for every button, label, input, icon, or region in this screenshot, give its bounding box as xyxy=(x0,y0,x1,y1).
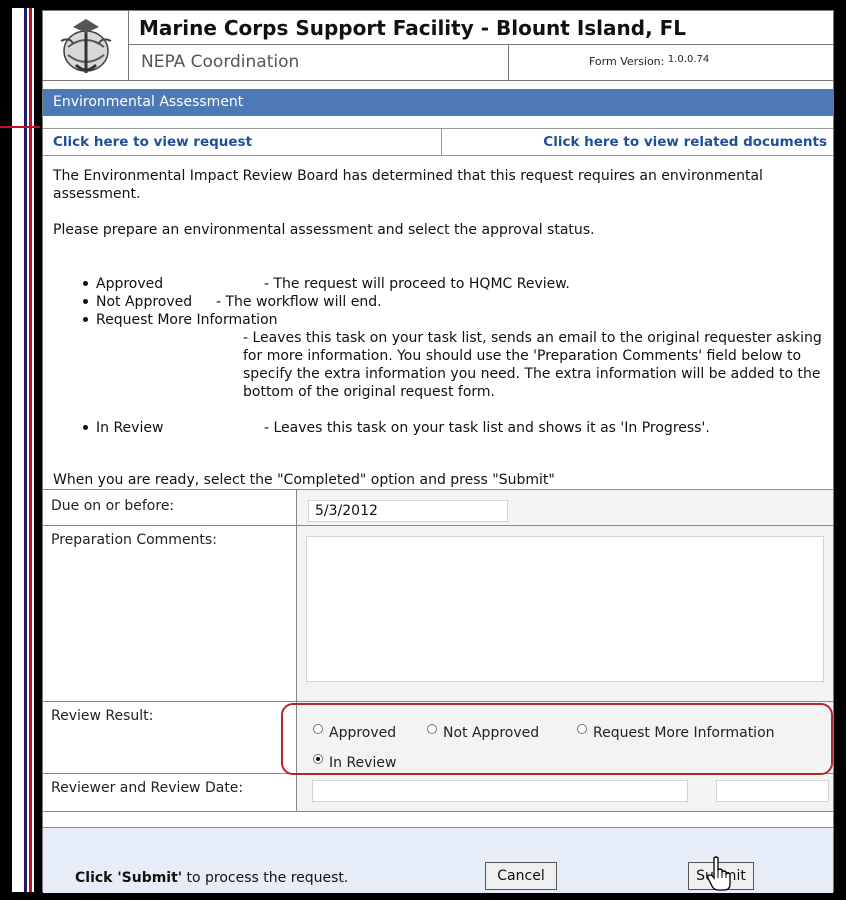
links-divider xyxy=(441,129,442,155)
bullet-approved-desc: - The request will proceed to HQMC Revie… xyxy=(264,276,570,292)
form-version-value: 1.0.0.74 xyxy=(667,54,710,65)
preparation-comments-textarea[interactable] xyxy=(306,536,824,682)
due-row: Due on or before: 5/3/2012 xyxy=(43,490,833,526)
radio-approved[interactable]: Approved xyxy=(313,724,396,741)
form-version: Form Version: 1.0.0.74 xyxy=(509,45,833,81)
instructions: The Environmental Impact Review Board ha… xyxy=(53,167,823,239)
radio-button[interactable] xyxy=(427,724,437,734)
page-subtitle: NEPA Coordination xyxy=(129,45,509,81)
completion-instruction: When you are ready, select the "Complete… xyxy=(53,471,823,489)
review-result-radio-group: Approved Not Approved Request More Infor… xyxy=(281,703,833,775)
status-bullet-list: Approved - The request will proceed to H… xyxy=(53,275,833,465)
side-stripe-white-3 xyxy=(32,8,34,892)
reviewer-field[interactable] xyxy=(312,780,688,802)
form-version-label: Form Version: xyxy=(589,55,665,68)
bullet-request-more-info: Request More Information xyxy=(53,311,278,329)
completion-text: When you are ready, select the "Complete… xyxy=(53,472,555,488)
bullet-approved: Approved xyxy=(53,275,163,293)
comments-label: Preparation Comments: xyxy=(51,532,217,548)
side-stripe-white xyxy=(12,8,24,892)
radio-button[interactable] xyxy=(577,724,587,734)
page-title: Marine Corps Support Facility - Blount I… xyxy=(129,11,833,45)
bullet-in-review: In Review xyxy=(53,419,163,437)
due-label: Due on or before: xyxy=(51,498,175,514)
hand-cursor-icon xyxy=(707,856,731,891)
cancel-button[interactable]: Cancel xyxy=(485,862,557,890)
section-header: Environmental Assessment xyxy=(43,89,833,116)
radio-in-review[interactable]: In Review xyxy=(313,754,396,771)
due-date-field[interactable]: 5/3/2012 xyxy=(308,500,508,522)
comments-row: Preparation Comments: xyxy=(43,526,833,702)
intro-paragraph-2: Please prepare an environmental assessme… xyxy=(53,222,595,238)
footer-instruction: Click 'Submit' to process the request. xyxy=(75,870,349,886)
links-row: Click here to view request Click here to… xyxy=(43,128,833,156)
bullet-in-review-desc: - Leaves this task on your task list and… xyxy=(264,420,710,436)
radio-not-approved[interactable]: Not Approved xyxy=(427,724,539,741)
side-accent-line xyxy=(0,126,40,128)
nepa-form: Marine Corps Support Facility - Blount I… xyxy=(42,10,834,893)
radio-button[interactable] xyxy=(313,724,323,734)
review-date-field[interactable] xyxy=(716,780,829,802)
form-table: Due on or before: 5/3/2012 Preparation C… xyxy=(43,489,833,812)
logo-cell xyxy=(43,11,129,81)
bullet-request-more-info-desc: - Leaves this task on your task list, se… xyxy=(243,330,822,400)
view-request-link[interactable]: Click here to view request xyxy=(53,129,252,155)
view-documents-link[interactable]: Click here to view related documents xyxy=(543,129,827,155)
form-header: Marine Corps Support Facility - Blount I… xyxy=(43,11,833,81)
bullet-not-approved: Not Approved xyxy=(53,293,192,311)
radio-button-selected[interactable] xyxy=(313,754,323,764)
reviewer-row: Reviewer and Review Date: xyxy=(43,774,833,812)
marine-corps-emblem-icon xyxy=(60,19,112,73)
intro-paragraph-1: The Environmental Impact Review Board ha… xyxy=(53,168,763,202)
review-result-label: Review Result: xyxy=(51,708,154,724)
radio-request-more-info[interactable]: Request More Information xyxy=(577,724,775,741)
bullet-not-approved-desc: - The workflow will end. xyxy=(216,294,382,310)
reviewer-label: Reviewer and Review Date: xyxy=(51,780,244,796)
